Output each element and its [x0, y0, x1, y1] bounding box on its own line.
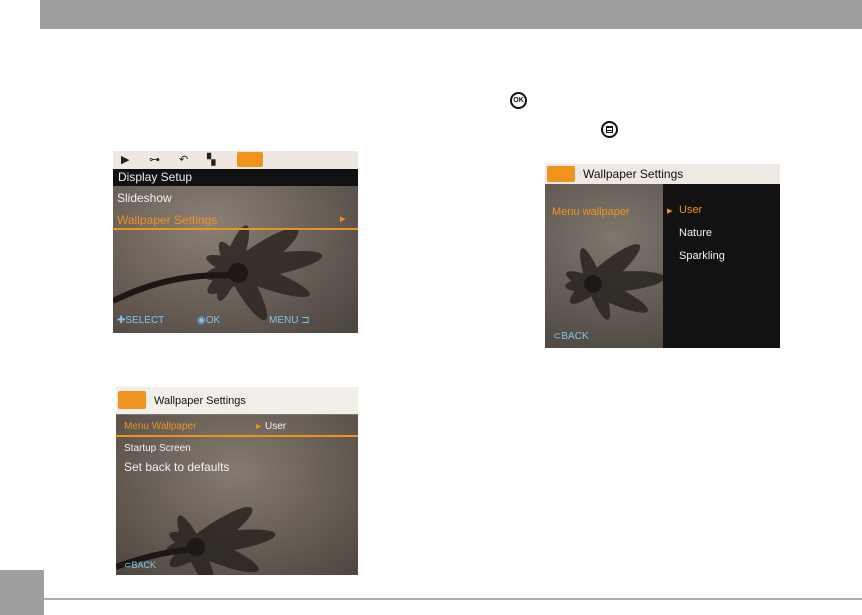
- back-button[interactable]: ⊂BACK: [553, 331, 589, 342]
- menu-header: Display Setup: [113, 169, 358, 186]
- setup-tab-icon[interactable]: ⊶: [149, 153, 160, 166]
- option-sparkling[interactable]: Sparkling: [679, 250, 725, 262]
- camera-screen-display-setup: ▶ ⊶ ↶ ▚ Display Setup Slideshow Wallpape…: [113, 151, 358, 333]
- menu-item-wallpaper-settings[interactable]: Wallpaper Settings: [117, 213, 217, 227]
- camera-screen-wallpaper-settings: Wallpaper Settings Menu Wallpaper ▸ User…: [116, 387, 358, 575]
- selection-underline: [113, 228, 358, 230]
- menu-return-icon: ⊐: [298, 315, 310, 326]
- menu-title: Display Setup: [118, 170, 193, 184]
- playback-tab-icon[interactable]: ▶: [121, 153, 129, 166]
- selection-underline: [116, 435, 358, 437]
- display-tab-icon[interactable]: [237, 152, 263, 167]
- menu-wallpaper-item[interactable]: Menu Wallpaper: [124, 421, 196, 432]
- display-tab-icon: [118, 391, 146, 409]
- bottom-rule: [44, 598, 862, 600]
- flower-wallpaper: [116, 387, 358, 575]
- settings-title: Wallpaper Settings: [154, 395, 246, 407]
- top-bar: [40, 0, 862, 29]
- menu-wallpaper-label: Menu wallpaper: [552, 206, 630, 218]
- footer-ok: ◉OK: [197, 315, 221, 326]
- submenu-header: Wallpaper Settings: [545, 164, 780, 184]
- option-user[interactable]: User: [679, 204, 702, 216]
- chevron-right-icon: ▸: [340, 213, 346, 225]
- back-icon: ⊂: [124, 560, 132, 570]
- menu-button-icon: [601, 121, 618, 138]
- selected-marker-icon: ▸: [667, 205, 673, 217]
- footer-select: ✚SELECT: [117, 315, 165, 326]
- startup-screen-item[interactable]: Startup Screen: [124, 443, 191, 454]
- menu-tab-bar: ▶ ⊶ ↶ ▚: [113, 151, 358, 170]
- options-panel: ▸ User Nature Sparkling: [663, 184, 780, 348]
- option-nature[interactable]: Nature: [679, 227, 712, 239]
- ok-button-icon: OK: [510, 92, 527, 109]
- reset-defaults-item[interactable]: Set back to defaults: [124, 460, 229, 474]
- ok-icon: ◉: [197, 315, 206, 326]
- page-corner-tab: [0, 570, 44, 615]
- menu-wallpaper-value: User: [265, 421, 287, 432]
- menu-item-slideshow[interactable]: Slideshow: [117, 191, 172, 205]
- submenu-title: Wallpaper Settings: [583, 167, 684, 181]
- settings-header: Wallpaper Settings: [116, 387, 358, 415]
- back-button[interactable]: ⊂BACK: [124, 560, 156, 571]
- return-tab-icon[interactable]: ↶: [179, 153, 188, 166]
- camera-tab-icon[interactable]: ▚: [207, 153, 215, 166]
- setup-tab-icon: [547, 166, 575, 182]
- footer-menu: MENU ⊐: [269, 315, 310, 326]
- value-marker-icon: ▸: [256, 421, 262, 432]
- camera-screen-wallpaper-submenu: Wallpaper Settings Menu wallpaper ▸ User…: [545, 164, 780, 348]
